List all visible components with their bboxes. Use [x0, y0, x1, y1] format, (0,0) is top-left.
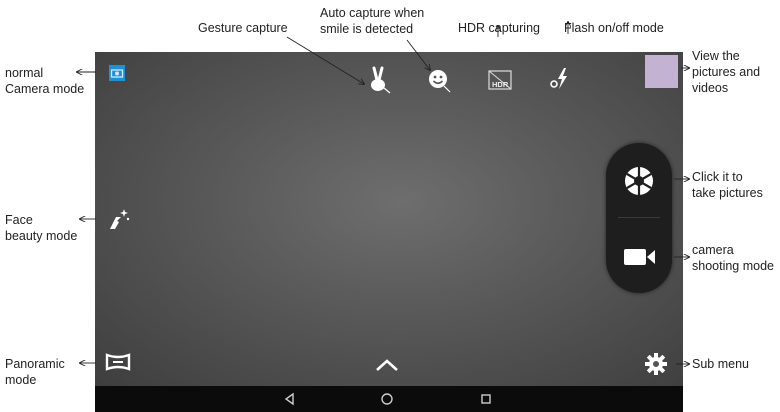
label-normal-mode-line2: Camera mode	[5, 82, 85, 96]
label-gesture-capture: Gesture capture	[198, 21, 288, 35]
label-face-beauty-line2: beauty mode	[5, 229, 78, 243]
label-shooting-line2: shooting mode	[692, 259, 775, 273]
label-normal-mode-line1: normal	[5, 66, 44, 80]
label-click-line2: take pictures	[692, 186, 763, 200]
label-click-line1: Click it to	[692, 170, 743, 184]
label-view-line3: videos	[692, 81, 729, 95]
label-view-line2: pictures and	[692, 65, 761, 79]
label-hdr-capturing: HDR capturing	[458, 21, 540, 35]
label-smile-capture-line1: Auto capture when	[320, 6, 425, 20]
label-sub-menu: Sub menu	[692, 357, 749, 371]
label-smile-capture-line2: smile is detected	[320, 22, 414, 36]
label-panoramic-line2: mode	[5, 373, 37, 387]
label-view-line1: View the	[692, 49, 740, 63]
label-flash-mode: Flash on/off mode	[564, 21, 664, 35]
label-shooting-line1: camera	[692, 243, 734, 257]
label-panoramic-line1: Panoramic	[5, 357, 65, 371]
callout-arrows	[0, 0, 780, 412]
label-face-beauty-line1: Face	[5, 213, 33, 227]
